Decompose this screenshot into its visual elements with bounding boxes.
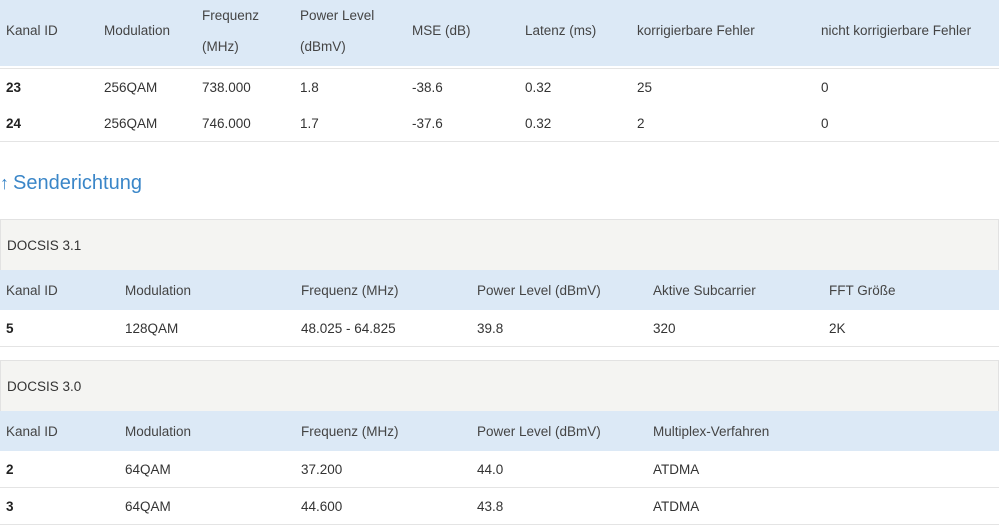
downstream-table-header: Kanal ID Modulation Frequenz (MHz) Power…: [0, 0, 999, 66]
docsis31-group-header: DOCSIS 3.1: [0, 219, 999, 271]
cell-latenz: 0.32: [525, 116, 552, 131]
table-row: 2 64QAM 37.200 44.0 ATDMA: [0, 451, 999, 488]
cell-multiplex-verfahren: ATDMA: [653, 462, 700, 477]
cell-mse: -38.6: [412, 80, 443, 95]
docsis30-group-header: DOCSIS 3.0: [0, 360, 999, 412]
column-header-aktive-subcarrier: Aktive Subcarrier: [653, 283, 756, 298]
cell-frequenz: 44.600: [301, 499, 343, 514]
cell-frequenz: 746.000: [202, 116, 251, 131]
cell-power-level: 39.8: [477, 321, 504, 336]
column-header-kanal-id: Kanal ID: [6, 424, 58, 439]
cell-korrigierbare-fehler: 2: [637, 116, 645, 131]
cell-kanal-id: 23: [6, 80, 22, 95]
cell-frequenz: 738.000: [202, 80, 251, 95]
cell-frequenz: 37.200: [301, 462, 343, 477]
arrow-up-icon: ↑: [0, 173, 9, 193]
docsis30-table-header: Kanal ID Modulation Frequenz (MHz) Power…: [0, 411, 999, 451]
cell-power-level: 43.8: [477, 499, 504, 514]
cell-power-level: 1.7: [300, 116, 319, 131]
column-header-modulation: Modulation: [125, 424, 192, 439]
column-header-power-level: Power Level: [300, 8, 375, 23]
cell-modulation: 256QAM: [104, 116, 158, 131]
cell-power-level: 1.8: [300, 80, 319, 95]
column-header-fft-groesse: FFT Größe: [829, 283, 896, 298]
column-header-power-level: Power Level (dBmV): [477, 283, 601, 298]
table-row: 3 64QAM 44.600 43.8 ATDMA: [0, 488, 999, 525]
cell-kanal-id: 24: [6, 116, 22, 131]
column-header-power-level: Power Level (dBmV): [477, 424, 601, 439]
cell-modulation: 64QAM: [125, 462, 171, 477]
cell-korrigierbare-fehler: 25: [637, 80, 653, 95]
column-header-frequenz: Frequenz (MHz): [301, 424, 399, 439]
cell-kanal-id: 5: [6, 321, 14, 336]
docsis31-table-header: Kanal ID Modulation Frequenz (MHz) Power…: [0, 270, 999, 310]
cell-frequenz: 48.025 - 64.825: [301, 321, 396, 336]
cell-modulation: 128QAM: [125, 321, 179, 336]
cell-multiplex-verfahren: ATDMA: [653, 499, 700, 514]
cell-power-level: 44.0: [477, 462, 504, 477]
column-header-mse: MSE (dB): [412, 23, 471, 38]
column-header-multiplex-verfahren: Multiplex-Verfahren: [653, 424, 770, 439]
column-header-power-level-unit: (dBmV): [300, 39, 346, 54]
docsis31-label: DOCSIS 3.1: [7, 238, 82, 253]
column-header-frequenz-unit: (MHz): [202, 39, 239, 54]
column-header-korrigierbare-fehler: korrigierbare Fehler: [637, 23, 755, 38]
section-title-label: Senderichtung: [13, 172, 142, 194]
cell-mse: -37.6: [412, 116, 443, 131]
cell-modulation: 64QAM: [125, 499, 171, 514]
cell-modulation: 256QAM: [104, 80, 158, 95]
table-row: 5 128QAM 48.025 - 64.825 39.8 320 2K: [0, 310, 999, 347]
cell-aktive-subcarrier: 320: [653, 321, 676, 336]
docsis30-label: DOCSIS 3.0: [7, 379, 82, 394]
cell-nicht-korrigierbare-fehler: 0: [821, 80, 829, 95]
column-header-modulation: Modulation: [125, 283, 192, 298]
section-title-senderichtung: ↑ Senderichtung: [0, 172, 142, 195]
table-row: 23 256QAM 738.000 1.8 -38.6 0.32 25 0: [0, 68, 999, 106]
column-header-frequenz: Frequenz: [202, 8, 260, 23]
cell-latenz: 0.32: [525, 80, 552, 95]
column-header-kanal-id: Kanal ID: [6, 23, 58, 38]
column-header-kanal-id: Kanal ID: [6, 283, 58, 298]
cell-fft-groesse: 2K: [829, 321, 846, 336]
column-header-latenz: Latenz (ms): [525, 23, 597, 38]
table-row: 24 256QAM 746.000 1.7 -37.6 0.32 2 0: [0, 105, 999, 142]
column-header-nicht-korrigierbare-fehler: nicht korrigierbare Fehler: [821, 23, 972, 38]
column-header-frequenz: Frequenz (MHz): [301, 283, 399, 298]
column-header-modulation: Modulation: [104, 23, 171, 38]
cell-kanal-id: 3: [6, 499, 14, 514]
cell-kanal-id: 2: [6, 462, 14, 477]
cell-nicht-korrigierbare-fehler: 0: [821, 116, 829, 131]
